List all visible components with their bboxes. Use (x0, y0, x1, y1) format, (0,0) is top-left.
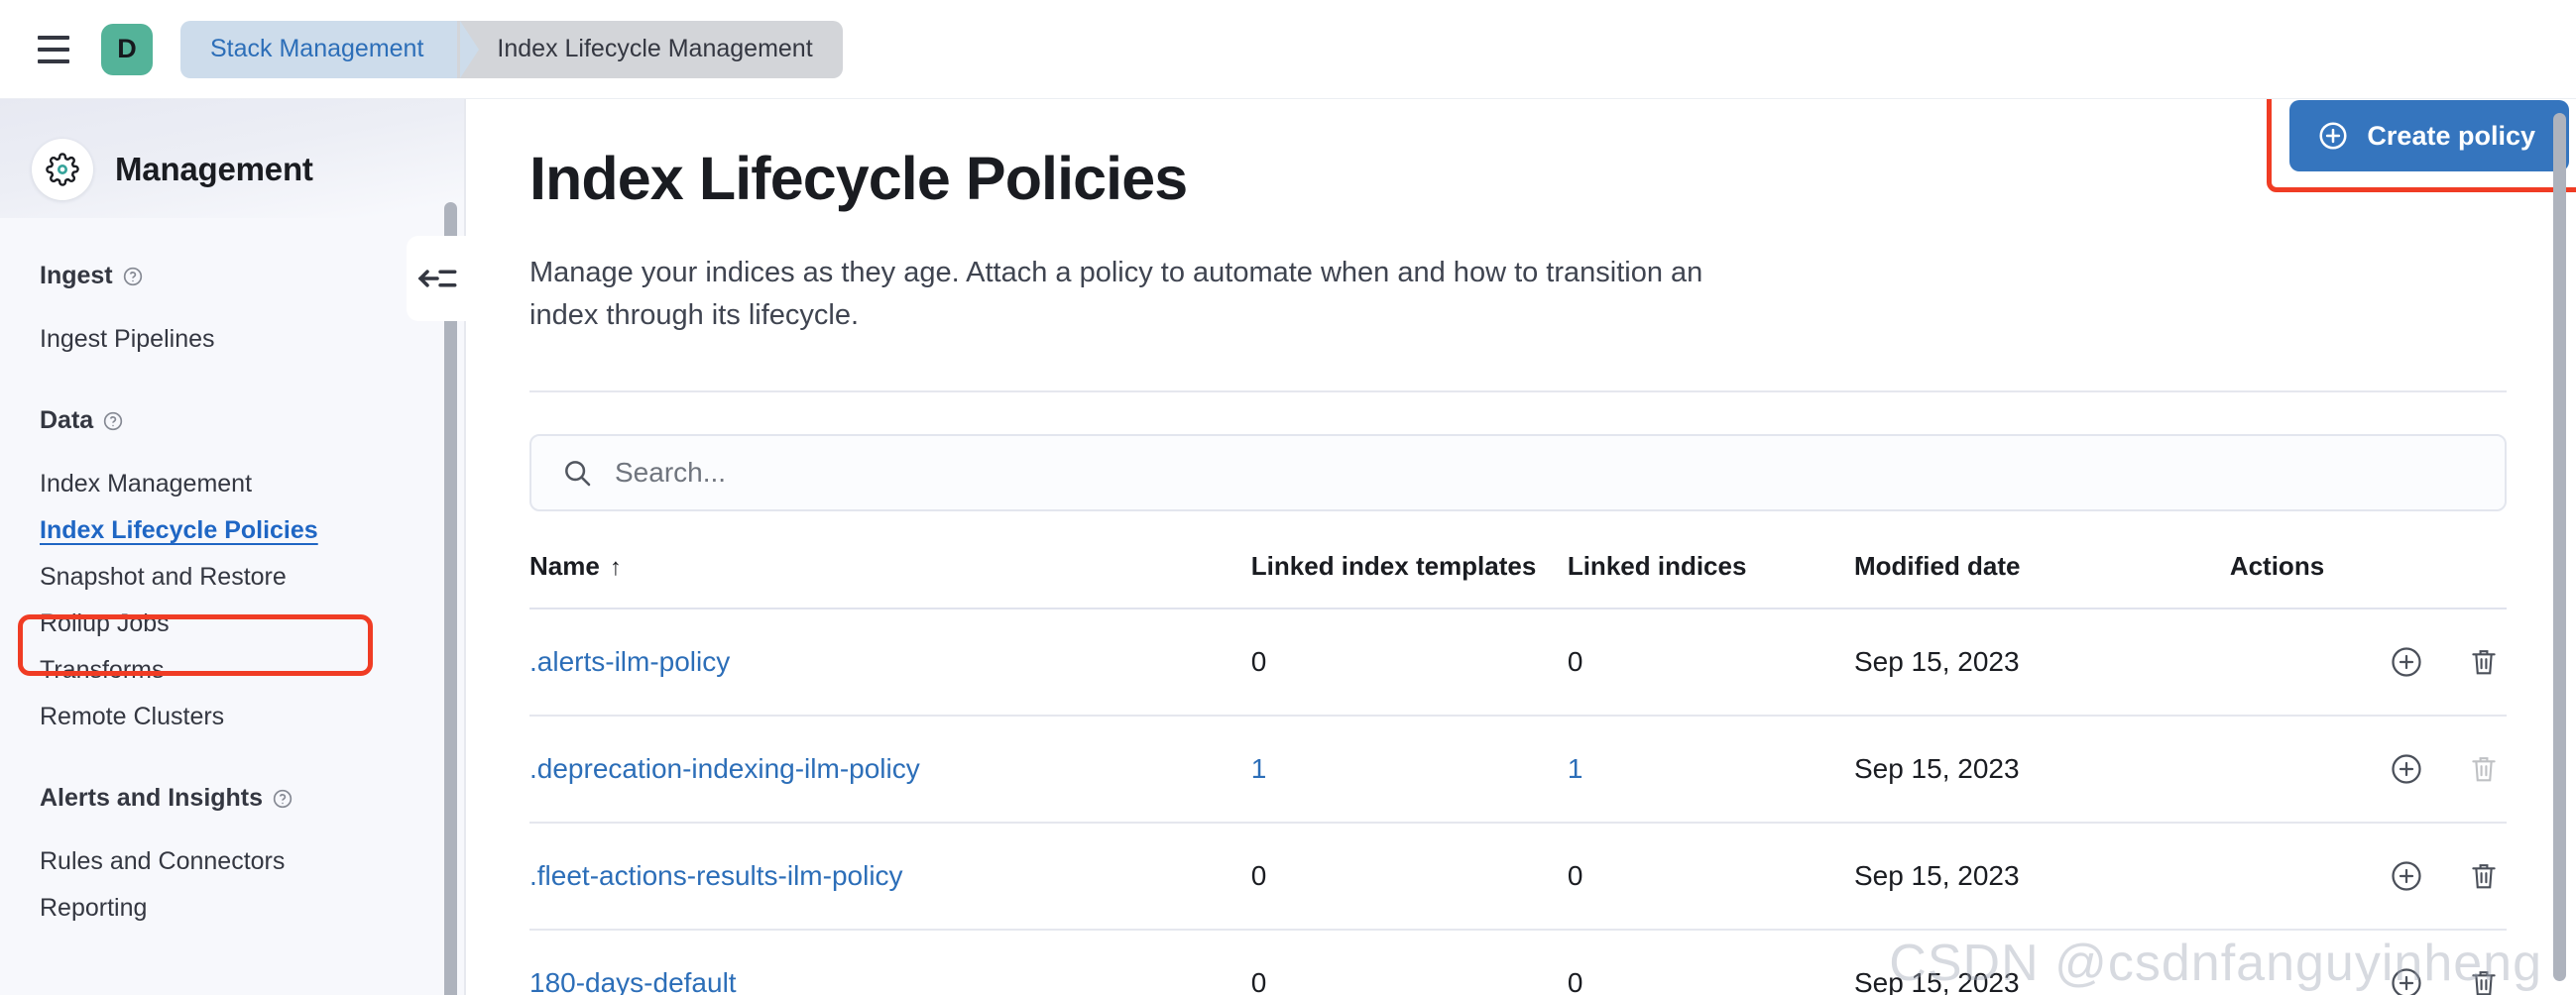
table-header-row: Name ↑ Linked index templates Linked indi… (529, 550, 2507, 609)
column-header-name[interactable]: Name ↑ (529, 550, 1251, 609)
search-bar[interactable] (529, 433, 2507, 511)
sidebar-item-reporting[interactable]: Reporting (0, 885, 466, 932)
search-icon (561, 457, 593, 489)
page-description: Manage your indices as they age. Attach … (529, 256, 1703, 331)
column-header-linked-indices[interactable]: Linked indices (1567, 550, 1854, 609)
linked-index-templates-count: 0 (1250, 859, 1267, 891)
main-scrollbar[interactable] (2553, 113, 2566, 981)
sidebar-title: Management (115, 151, 313, 187)
sidebar-group-label: Data (40, 406, 94, 434)
sidebar-item-transforms[interactable]: Transforms (0, 647, 466, 694)
hamburger-menu-icon[interactable] (28, 24, 79, 75)
table-row: .fleet-actions-results-ilm-policy 0 0 Se… (529, 822, 2507, 931)
column-header-modified-date[interactable]: Modified date (1853, 550, 2230, 609)
breadcrumb-item-index-lifecycle-management: Index Lifecycle Management (457, 20, 843, 78)
gear-icon (32, 139, 93, 200)
create-policy-label: Create policy (2367, 120, 2535, 151)
sidebar-group-label: Alerts and Insights (40, 784, 264, 812)
policies-table: Name ↑ Linked index templates Linked indi… (529, 550, 2507, 995)
trash-bin-icon[interactable] (2461, 853, 2507, 899)
sidebar-collapse-button[interactable] (407, 236, 466, 321)
modified-date: Sep 15, 2023 (1853, 715, 2230, 824)
breadcrumb: Stack Management Index Lifecycle Managem… (180, 20, 843, 78)
policy-name-link[interactable]: .alerts-ilm-policy (529, 646, 730, 677)
sort-ascending-icon: ↑ (609, 553, 622, 581)
column-label: Name (529, 550, 600, 581)
avatar[interactable]: D (101, 23, 153, 75)
linked-indices-count: 0 (1567, 645, 1583, 677)
sidebar-item-rules-and-connectors[interactable]: Rules and Connectors (0, 838, 466, 885)
sidebar-header: Management (0, 99, 466, 208)
add-policy-to-index-template-icon[interactable] (2384, 853, 2429, 899)
sidebar-item-index-management[interactable]: Index Management (0, 461, 466, 507)
question-mark-circle-icon[interactable] (123, 267, 143, 286)
sidebar-item-remote-clusters[interactable]: Remote Clusters (0, 694, 466, 740)
add-policy-to-index-template-icon[interactable] (2384, 639, 2429, 685)
policy-name-link[interactable]: 180-days-default (529, 967, 737, 995)
policy-name-link[interactable]: .deprecation-indexing-ilm-policy (529, 753, 920, 784)
table-row: .deprecation-indexing-ilm-policy 1 1 Sep… (529, 715, 2507, 824)
trash-bin-icon[interactable] (2461, 960, 2507, 995)
modified-date: Sep 15, 2023 (1853, 608, 2230, 717)
linked-index-templates-count: 0 (1250, 966, 1267, 995)
trash-bin-icon[interactable] (2461, 639, 2507, 685)
table-row: .alerts-ilm-policy 0 0 Sep 15, 2023 (529, 608, 2507, 717)
create-policy-button[interactable]: Create policy (2289, 100, 2569, 171)
question-mark-circle-icon[interactable] (273, 789, 293, 809)
add-policy-to-index-template-icon[interactable] (2384, 960, 2429, 995)
sidebar-item-snapshot-and-restore[interactable]: Snapshot and Restore (0, 554, 466, 601)
sidebar-group-label: Ingest (40, 262, 113, 289)
top-navigation-bar: D Stack Management Index Lifecycle Manag… (0, 0, 2576, 99)
page-header: Index Lifecycle Policies Create policy (529, 99, 2576, 212)
annotation-box-create-policy: Create policy (2267, 99, 2576, 192)
breadcrumb-item-stack-management[interactable]: Stack Management (180, 20, 480, 78)
linked-index-templates-count: 0 (1250, 645, 1267, 677)
linked-indices-count: 0 (1567, 859, 1583, 891)
modified-date: Sep 15, 2023 (1853, 929, 2230, 995)
sidebar-divider (464, 99, 466, 995)
section-divider (529, 389, 2507, 392)
linked-indices-count: 0 (1567, 966, 1583, 995)
sidebar-nav: Ingest Ingest Pipelines Data Index Manag… (0, 208, 466, 932)
sidebar-group-ingest: Ingest (0, 262, 466, 290)
modified-date: Sep 15, 2023 (1853, 822, 2230, 931)
main-content: Index Lifecycle Policies Create policy M… (468, 99, 2576, 995)
add-policy-to-index-template-icon[interactable] (2384, 746, 2429, 792)
policy-name-link[interactable]: .fleet-actions-results-ilm-policy (529, 860, 903, 891)
sidebar-scrollbar[interactable] (444, 202, 457, 995)
column-header-actions: Actions (2229, 550, 2507, 609)
linked-index-templates-count[interactable]: 1 (1251, 753, 1267, 784)
table-row: 180-days-default 0 0 Sep 15, 2023 (529, 929, 2507, 995)
linked-indices-count[interactable]: 1 (1568, 753, 1583, 784)
sidebar-item-index-lifecycle-policies[interactable]: Index Lifecycle Policies (0, 507, 466, 554)
trash-bin-icon (2461, 746, 2507, 792)
sidebar-group-data: Data (0, 406, 466, 435)
sidebar-group-alerts-and-insights: Alerts and Insights (0, 784, 466, 813)
sidebar-item-rollup-jobs[interactable]: Rollup Jobs (0, 601, 466, 647)
page-title: Index Lifecycle Policies (529, 145, 1188, 212)
question-mark-circle-icon[interactable] (103, 411, 123, 431)
sidebar: Management Ingest Ingest Pipelines Data … (0, 99, 466, 995)
sidebar-item-ingest-pipelines[interactable]: Ingest Pipelines (0, 316, 466, 363)
plus-in-circle-icon (2317, 120, 2349, 152)
column-header-linked-index-templates[interactable]: Linked index templates (1250, 550, 1568, 609)
search-input[interactable] (615, 456, 2475, 489)
